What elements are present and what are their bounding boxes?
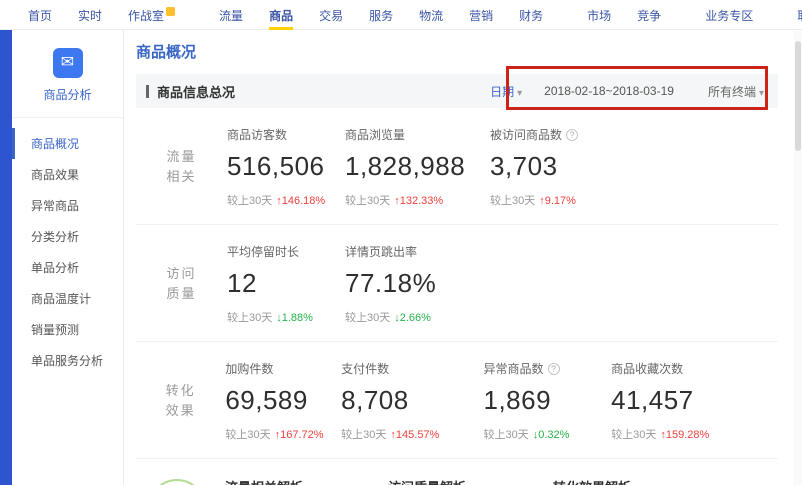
nav-item-business-zone[interactable]: 业务专区 [705, 0, 753, 30]
main-content: 商品概况 商品信息总况 日期▾ 2018-02-18~2018-03-19 所有… [124, 30, 802, 485]
top-nav: 首页 实时 作战室 流量 商品 交易 服务 物流 营销 财务 市场 竞争 业务专… [0, 0, 802, 30]
metric-group-visit-quality: 访问 质量 平均停留时长 12 较上30天↓1.88% 详情页跳出率 77.18… [136, 225, 778, 342]
metric-value: 8,708 [341, 385, 483, 416]
date-filter-dropdown[interactable]: 日期▾ [490, 83, 522, 100]
metric-group-label: 访问 质量 [136, 243, 227, 325]
left-accent-bar [0, 30, 12, 485]
mail-icon: ✉ [53, 48, 83, 78]
section-title-tick [146, 85, 149, 98]
nav-item-market[interactable]: 市场 [587, 0, 611, 30]
section-title: 商品信息总况 [157, 82, 235, 101]
sidebar-section-label: 商品分析 [12, 86, 123, 103]
warroom-new-badge-icon [166, 7, 175, 16]
insights-section: 7天 数据解读 流量相关解析 虽然商品详情页日均跳出率比同行平均好，但平均停留时… [136, 459, 778, 485]
nav-item-warroom-label: 作战室 [128, 9, 164, 23]
section-header: 商品信息总况 日期▾ 2018-02-18~2018-03-19 所有终端▾ [136, 74, 778, 108]
nav-item-trade[interactable]: 交易 [319, 0, 343, 30]
metric-visited-products: 被访问商品数? 3,703 较上30天↑9.17% [490, 126, 620, 208]
sidebar-item-product-overview[interactable]: 商品概况 [12, 128, 123, 159]
metric-product-visitors: 商品访客数 516,506 较上30天↑146.18% [227, 126, 345, 208]
sidebar-item-category-analysis[interactable]: 分类分析 [12, 221, 123, 252]
insight-visit-quality: 访问质量解析 平均停留时长低于同行同层平均，建议使用单品分析查看商品详情页优化情… [388, 477, 540, 485]
terminal-filter-label: 所有终端 [708, 85, 756, 99]
nav-item-products[interactable]: 商品 [269, 0, 293, 30]
sidebar-menu: 商品概况 商品效果 异常商品 分类分析 单品分析 商品温度计 销量预测 单品服务… [12, 128, 123, 376]
metric-value: 41,457 [611, 385, 778, 416]
scrollbar-thumb[interactable] [795, 41, 801, 151]
date-range-picker[interactable]: 2018-02-18~2018-03-19 [544, 84, 674, 98]
metric-group-traffic: 流量 相关 商品访客数 516,506 较上30天↑146.18% 商品浏览量 … [136, 108, 778, 225]
nav-item-home[interactable]: 首页 [28, 0, 52, 30]
chevron-down-icon: ▾ [759, 88, 764, 99]
nav-item-data-fetch[interactable]: 取数 [797, 0, 802, 30]
metric-group-label: 转化 效果 [136, 360, 225, 442]
metric-favorites: 商品收藏次数 41,457 较上30天↑159.28% [611, 360, 778, 442]
metric-value: 77.18% [345, 268, 490, 299]
metric-paid-items: 支付件数 8,708 较上30天↑145.57% [341, 360, 483, 442]
metric-group-label: 流量 相关 [136, 126, 227, 208]
sidebar-item-sales-forecast[interactable]: 销量预测 [12, 314, 123, 345]
nav-item-marketing[interactable]: 营销 [469, 0, 493, 30]
metric-cart-adds: 加购件数 69,589 较上30天↑167.72% [225, 360, 341, 442]
scrollbar-track[interactable] [794, 31, 802, 485]
sidebar-item-abnormal-products[interactable]: 异常商品 [12, 190, 123, 221]
nav-item-realtime[interactable]: 实时 [78, 0, 102, 30]
terminal-filter-dropdown[interactable]: 所有终端▾ [708, 83, 764, 100]
sidebar-item-product-thermometer[interactable]: 商品温度计 [12, 283, 123, 314]
nav-item-traffic[interactable]: 流量 [219, 0, 243, 30]
data-insight-badge: 7天 数据解读 [148, 479, 206, 485]
insight-conversion: 转化效果解析 加购转化率表现还不错，但支付转化率低于同行平均，赶快到营销商品使用… [553, 477, 765, 485]
sidebar: ✉ 商品分析 商品概况 商品效果 异常商品 分类分析 单品分析 商品温度计 销量… [12, 30, 124, 485]
metric-value: 69,589 [225, 385, 341, 416]
metric-avg-stay-duration: 平均停留时长 12 较上30天↓1.88% [227, 243, 345, 325]
metric-abnormal-products: 异常商品数? 1,869 较上30天↓0.32% [484, 360, 612, 442]
nav-item-logistics[interactable]: 物流 [419, 0, 443, 30]
page-title: 商品概况 [136, 44, 778, 62]
nav-item-competition[interactable]: 竞争 [637, 0, 661, 30]
help-icon[interactable]: ? [566, 129, 578, 141]
nav-item-warroom[interactable]: 作战室 [128, 0, 175, 30]
metric-group-conversion: 转化 效果 加购件数 69,589 较上30天↑167.72% 支付件数 8,7… [136, 342, 778, 459]
sidebar-section: ✉ 商品分析 [12, 42, 123, 118]
nav-item-finance[interactable]: 财务 [519, 0, 543, 30]
root: { "nav": { "items": ["首页","实时","作战室","流量… [0, 0, 802, 485]
metric-value: 12 [227, 268, 345, 299]
nav-item-service[interactable]: 服务 [369, 0, 393, 30]
sidebar-item-single-product-analysis[interactable]: 单品分析 [12, 252, 123, 283]
metric-detail-bounce-rate: 详情页跳出率 77.18% 较上30天↓2.66% [345, 243, 490, 325]
chevron-down-icon: ▾ [517, 88, 522, 99]
insight-traffic: 流量相关解析 虽然商品详情页日均跳出率比同行平均好，但平均停留时间低于同行平均，… [225, 477, 375, 485]
metric-value: 3,703 [490, 151, 620, 182]
metric-value: 516,506 [227, 151, 345, 182]
date-filter-label: 日期 [490, 85, 514, 99]
metric-value: 1,869 [484, 385, 612, 416]
help-icon[interactable]: ? [548, 363, 560, 375]
metric-product-views: 商品浏览量 1,828,988 较上30天↑132.33% [345, 126, 490, 208]
sidebar-item-product-effect[interactable]: 商品效果 [12, 159, 123, 190]
sidebar-item-single-product-service[interactable]: 单品服务分析 [12, 345, 123, 376]
metric-value: 1,828,988 [345, 151, 490, 182]
